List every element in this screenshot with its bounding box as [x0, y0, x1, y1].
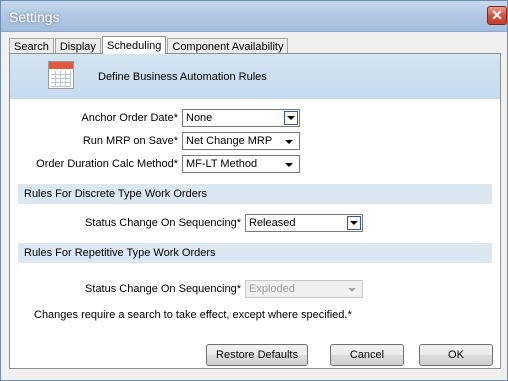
order-duration-calc-value: MF-LT Method [186, 158, 258, 170]
window-title: Settings [9, 9, 60, 25]
order-duration-calc-label: Order Duration Calc Method* [36, 158, 178, 170]
settings-window: Settings ✕ Search Display Scheduling Com… [0, 0, 508, 381]
run-mrp-on-save-label: Run MRP on Save* [82, 135, 178, 147]
repetitive-status-value: Exploded [249, 283, 295, 295]
ok-button[interactable]: OK [419, 344, 493, 366]
anchor-order-date-value: None [186, 112, 213, 124]
order-duration-calc-dropdown[interactable]: MF-LT Method [182, 155, 300, 173]
footnote-text: Changes require a search to take effect,… [34, 309, 352, 321]
run-mrp-on-save-value: Net Change MRP [186, 135, 273, 147]
dropdown-arrow-icon[interactable] [347, 216, 361, 230]
discrete-section-header: Rules For Discrete Type Work Orders [18, 184, 492, 204]
tab-search[interactable]: Search [9, 38, 54, 54]
dropdown-arrow-icon [348, 288, 356, 292]
close-button[interactable]: ✕ [487, 6, 507, 25]
anchor-order-date-label: Anchor Order Date* [81, 112, 178, 124]
tab-component-availability[interactable]: Component Availability [167, 38, 289, 54]
repetitive-status-dropdown: Exploded [245, 280, 363, 298]
calendar-icon [48, 61, 74, 89]
discrete-status-dropdown[interactable]: Released [245, 214, 363, 232]
discrete-status-label: Status Change On Sequencing* [85, 217, 241, 229]
header-band: Define Business Automation Rules [10, 54, 500, 99]
repetitive-status-label: Status Change On Sequencing* [85, 283, 241, 295]
dropdown-arrow-icon[interactable] [284, 111, 298, 125]
run-mrp-on-save-dropdown[interactable]: Net Change MRP [182, 132, 300, 150]
dropdown-arrow-icon[interactable] [285, 140, 293, 144]
tab-strip: Search Display Scheduling Component Avai… [9, 36, 289, 54]
discrete-status-value: Released [249, 217, 296, 229]
tab-display[interactable]: Display [54, 38, 101, 54]
dropdown-arrow-icon[interactable] [285, 163, 293, 167]
title-bar[interactable]: Settings ✕ [1, 1, 507, 32]
repetitive-section-header: Rules For Repetitive Type Work Orders [18, 243, 492, 263]
anchor-order-date-dropdown[interactable]: None [182, 109, 300, 127]
tab-scheduling[interactable]: Scheduling [101, 36, 167, 54]
restore-defaults-button[interactable]: Restore Defaults [206, 344, 308, 366]
header-title: Define Business Automation Rules [98, 71, 267, 83]
cancel-button[interactable]: Cancel [330, 344, 404, 366]
scheduling-panel: Define Business Automation Rules Anchor … [9, 53, 501, 369]
